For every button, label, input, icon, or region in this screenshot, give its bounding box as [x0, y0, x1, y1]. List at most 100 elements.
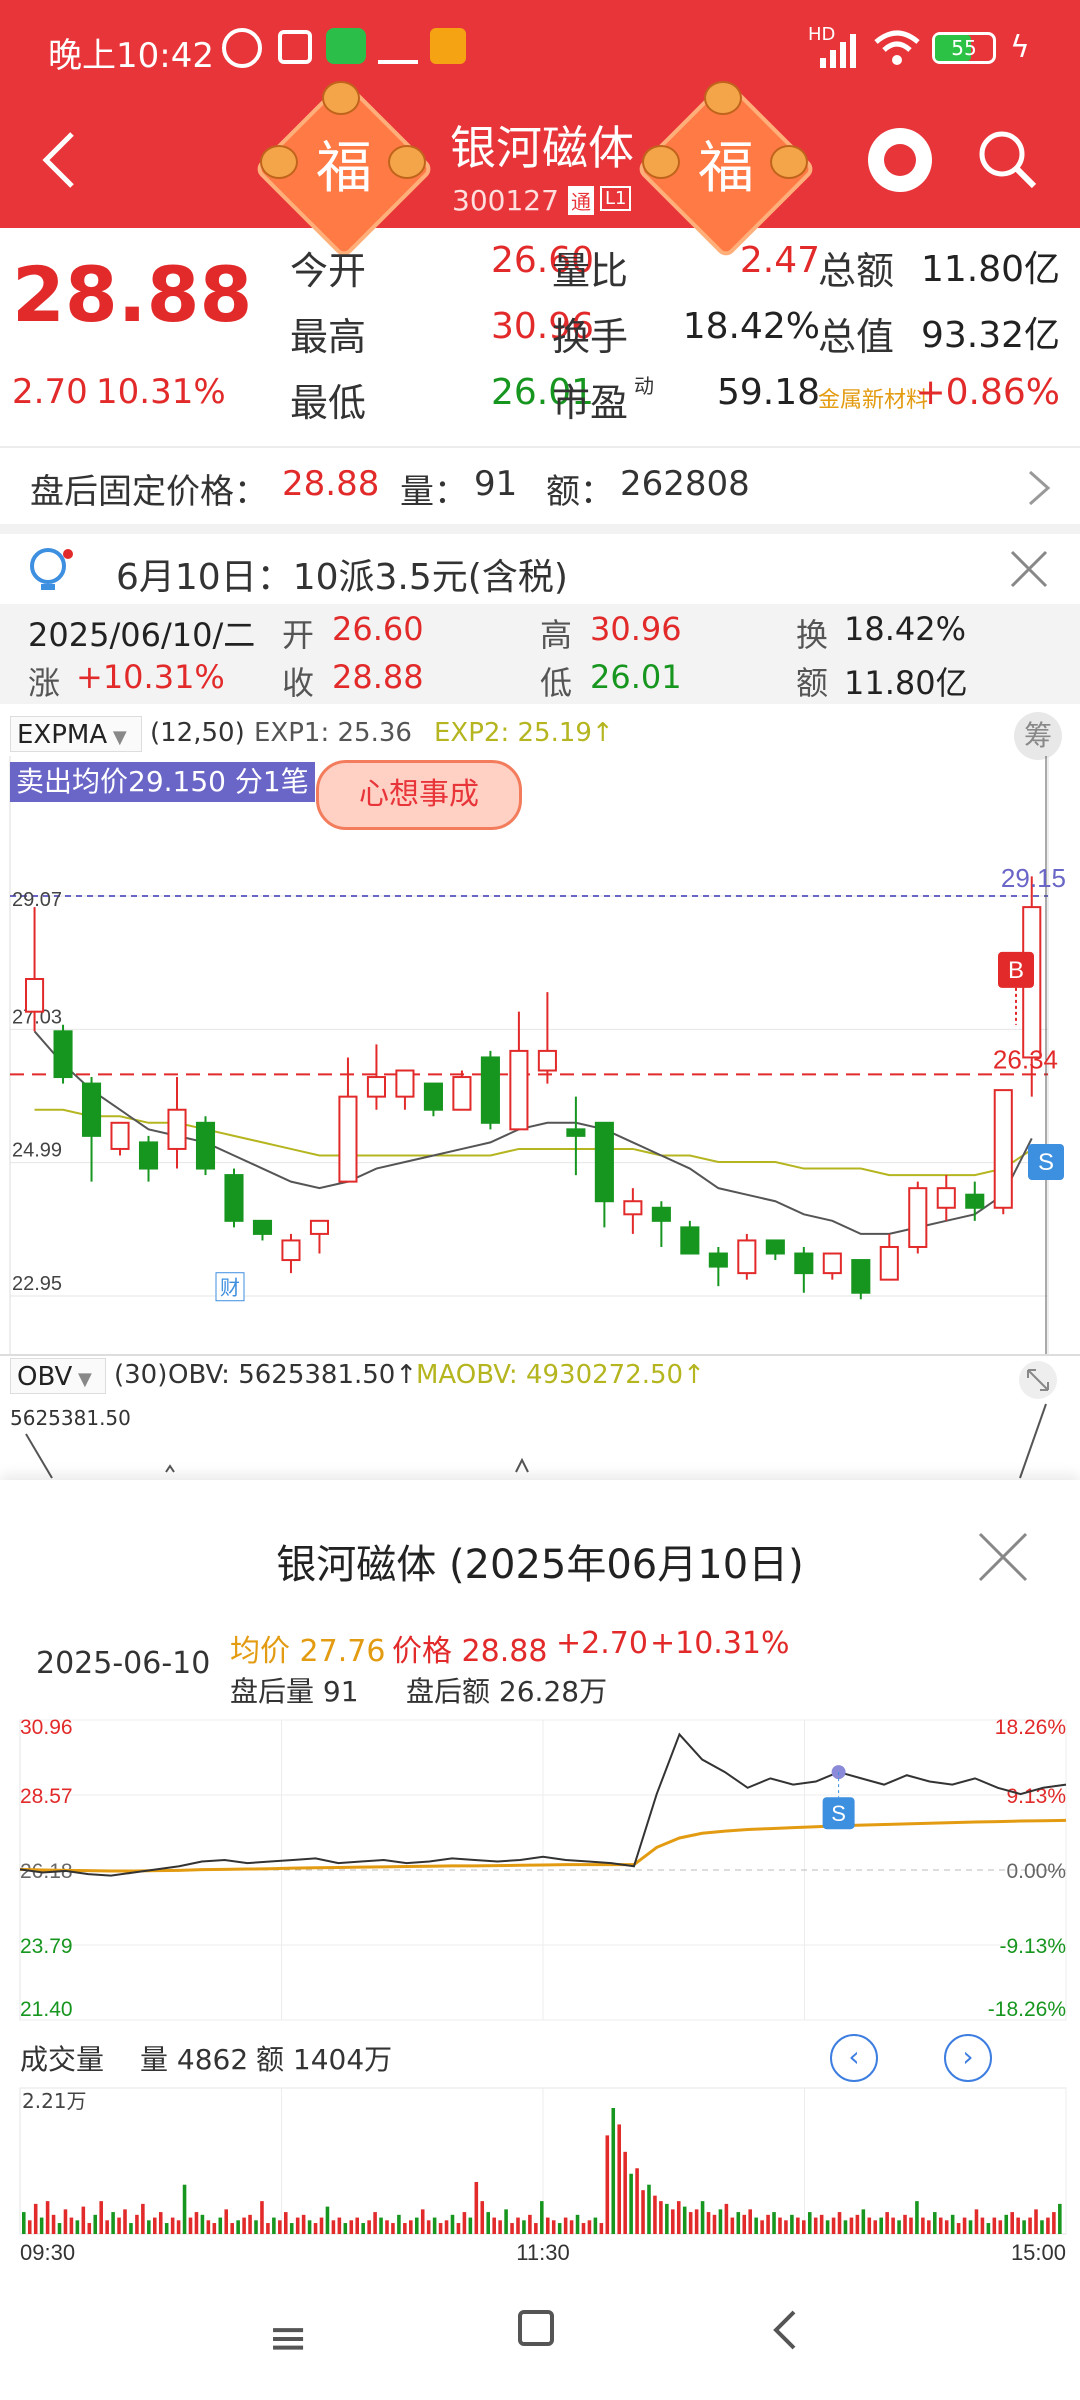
expand-icon[interactable]: [1018, 1360, 1058, 1400]
x-axis-label: 15:00: [1011, 2240, 1066, 2265]
volume-bar: [635, 2168, 639, 2234]
volume-bar: [671, 2209, 675, 2234]
volume-bar: [438, 2223, 443, 2234]
notice-text: 6月10日：10派3.5元(含税): [116, 557, 568, 598]
search-icon[interactable]: [976, 128, 1040, 192]
volume-bar: [135, 2214, 139, 2234]
volume-bar: [694, 2209, 699, 2234]
volume-bar: [69, 2217, 74, 2234]
volume-bar: [319, 2217, 324, 2234]
after-hours-row[interactable]: 盘后固定价格： 28.88 量： 91 额： 262808: [0, 448, 1080, 524]
volume-bar: [575, 2214, 580, 2234]
volume-bar: [819, 2214, 824, 2234]
price-tag-top: 29.15: [1001, 863, 1066, 893]
amount-value: 额 1404万: [256, 2043, 393, 2076]
after-hours-vol-label: 量：: [400, 472, 468, 512]
volume-bar: [218, 2217, 223, 2234]
volume-bar: [1022, 2220, 1026, 2234]
volume-bar: [468, 2217, 473, 2234]
volume-title: 成交量: [20, 2043, 105, 2076]
volume-bar: [254, 2220, 258, 2234]
back-icon[interactable]: [40, 130, 80, 190]
volume-bar: [837, 2212, 842, 2234]
volume-bar: [504, 2209, 508, 2234]
after-hours-label: 盘后固定价格：: [30, 472, 268, 512]
day-info-amt: 11.80亿: [844, 664, 968, 702]
volume-bar: [760, 2220, 764, 2234]
volume-bar: [182, 2184, 187, 2234]
close-icon[interactable]: [1008, 548, 1050, 590]
volume-bar: [653, 2195, 657, 2234]
volume-bar: [861, 2209, 866, 2234]
volume-bar: [700, 2201, 705, 2234]
y-left-label: 21.40: [20, 1998, 73, 2021]
volume-bar: [45, 2201, 50, 2234]
back-nav-icon[interactable]: [766, 2308, 806, 2352]
volume-bar: [879, 2217, 883, 2234]
volume-bar: [962, 2217, 967, 2234]
volume-bar: [617, 2124, 622, 2234]
battery-level: 55: [951, 36, 977, 60]
volume-bar: [980, 2217, 985, 2234]
obv-select[interactable]: OBV ▼: [10, 1358, 106, 1394]
volume-bar: [474, 2181, 479, 2234]
volume-bar: [641, 2190, 645, 2234]
day-info-low: 26.01: [590, 658, 682, 696]
day-info-high: 30.96: [590, 610, 682, 648]
home-icon[interactable]: [518, 2310, 554, 2346]
close-icon[interactable]: [976, 1530, 1030, 1584]
volume-bar: [938, 2217, 943, 2234]
next-day-button[interactable]: ›: [944, 2034, 992, 2082]
volume-bar: [986, 2223, 991, 2234]
volume-bar: [486, 2212, 491, 2234]
alarm-icon: [222, 28, 262, 68]
prev-day-button[interactable]: ‹: [830, 2034, 878, 2082]
y-right-label: 0.00%: [1006, 1860, 1066, 1883]
volume-bar: [944, 2220, 949, 2234]
y-left-label: 28.57: [20, 1785, 73, 1808]
volume-bar: [611, 2108, 616, 2234]
intraday-chg: +2.70: [556, 1626, 648, 1661]
candle-body: [281, 1239, 301, 1262]
last-price: 28.88: [12, 250, 253, 339]
fu-decoration-right: 福: [635, 78, 817, 260]
volume-bar: [444, 2220, 449, 2234]
intraday-chart[interactable]: 30.96 18.26%28.57 9.13%26.18 0.00%23.79 -9.1…: [0, 1710, 1080, 2030]
volume-bar: [1046, 2217, 1050, 2234]
day-info-close: 28.88: [332, 658, 424, 696]
volume-bar: [659, 2201, 663, 2234]
volume-bar: [200, 2214, 205, 2234]
volume-bar: [33, 2203, 38, 2234]
after-hours-vol: 91: [474, 464, 518, 504]
volume-bar: [534, 2223, 538, 2234]
after-hours-amt-label: 额：: [546, 472, 614, 512]
intraday-price: 价格 28.88: [392, 1634, 548, 1669]
candle-body: [25, 978, 45, 1013]
after-hours-price: 28.88: [282, 464, 380, 504]
volume-bar: [885, 2212, 889, 2234]
assistant-icon[interactable]: [868, 128, 932, 192]
dividend-notice[interactable]: 6月10日：10派3.5元(含税): [0, 534, 1080, 606]
chip-button[interactable]: 筹: [1014, 712, 1062, 760]
candle-body: [993, 1089, 1013, 1209]
candlestick-chart[interactable]: 29.0727.0324.9922.9529.1526.34BS财: [0, 756, 1080, 1356]
quote-value: 11.80亿: [920, 249, 1060, 290]
indicator-select[interactable]: EXPMA ▼: [10, 716, 142, 752]
volume-bar: [403, 2223, 407, 2234]
candle-body: [452, 1076, 472, 1111]
volume-bar: [593, 2217, 598, 2234]
menu-icon[interactable]: ≡: [268, 2310, 308, 2366]
volume-bar: [867, 2217, 872, 2234]
quote-value: 93.32亿: [920, 315, 1060, 356]
volume-bar: [736, 2212, 741, 2234]
volume-bar: [385, 2220, 389, 2234]
volume-max-label: 2.21万: [22, 2089, 87, 2113]
volume-bar: [391, 2223, 395, 2234]
volume-bar: [414, 2217, 419, 2234]
volume-bar: [188, 2217, 193, 2234]
volume-bar: [295, 2217, 300, 2234]
candle-body: [708, 1252, 728, 1268]
volume-bar: [242, 2217, 246, 2234]
fu-decoration-left: 福: [253, 78, 435, 260]
day-info-low-label: 低: [540, 664, 573, 702]
